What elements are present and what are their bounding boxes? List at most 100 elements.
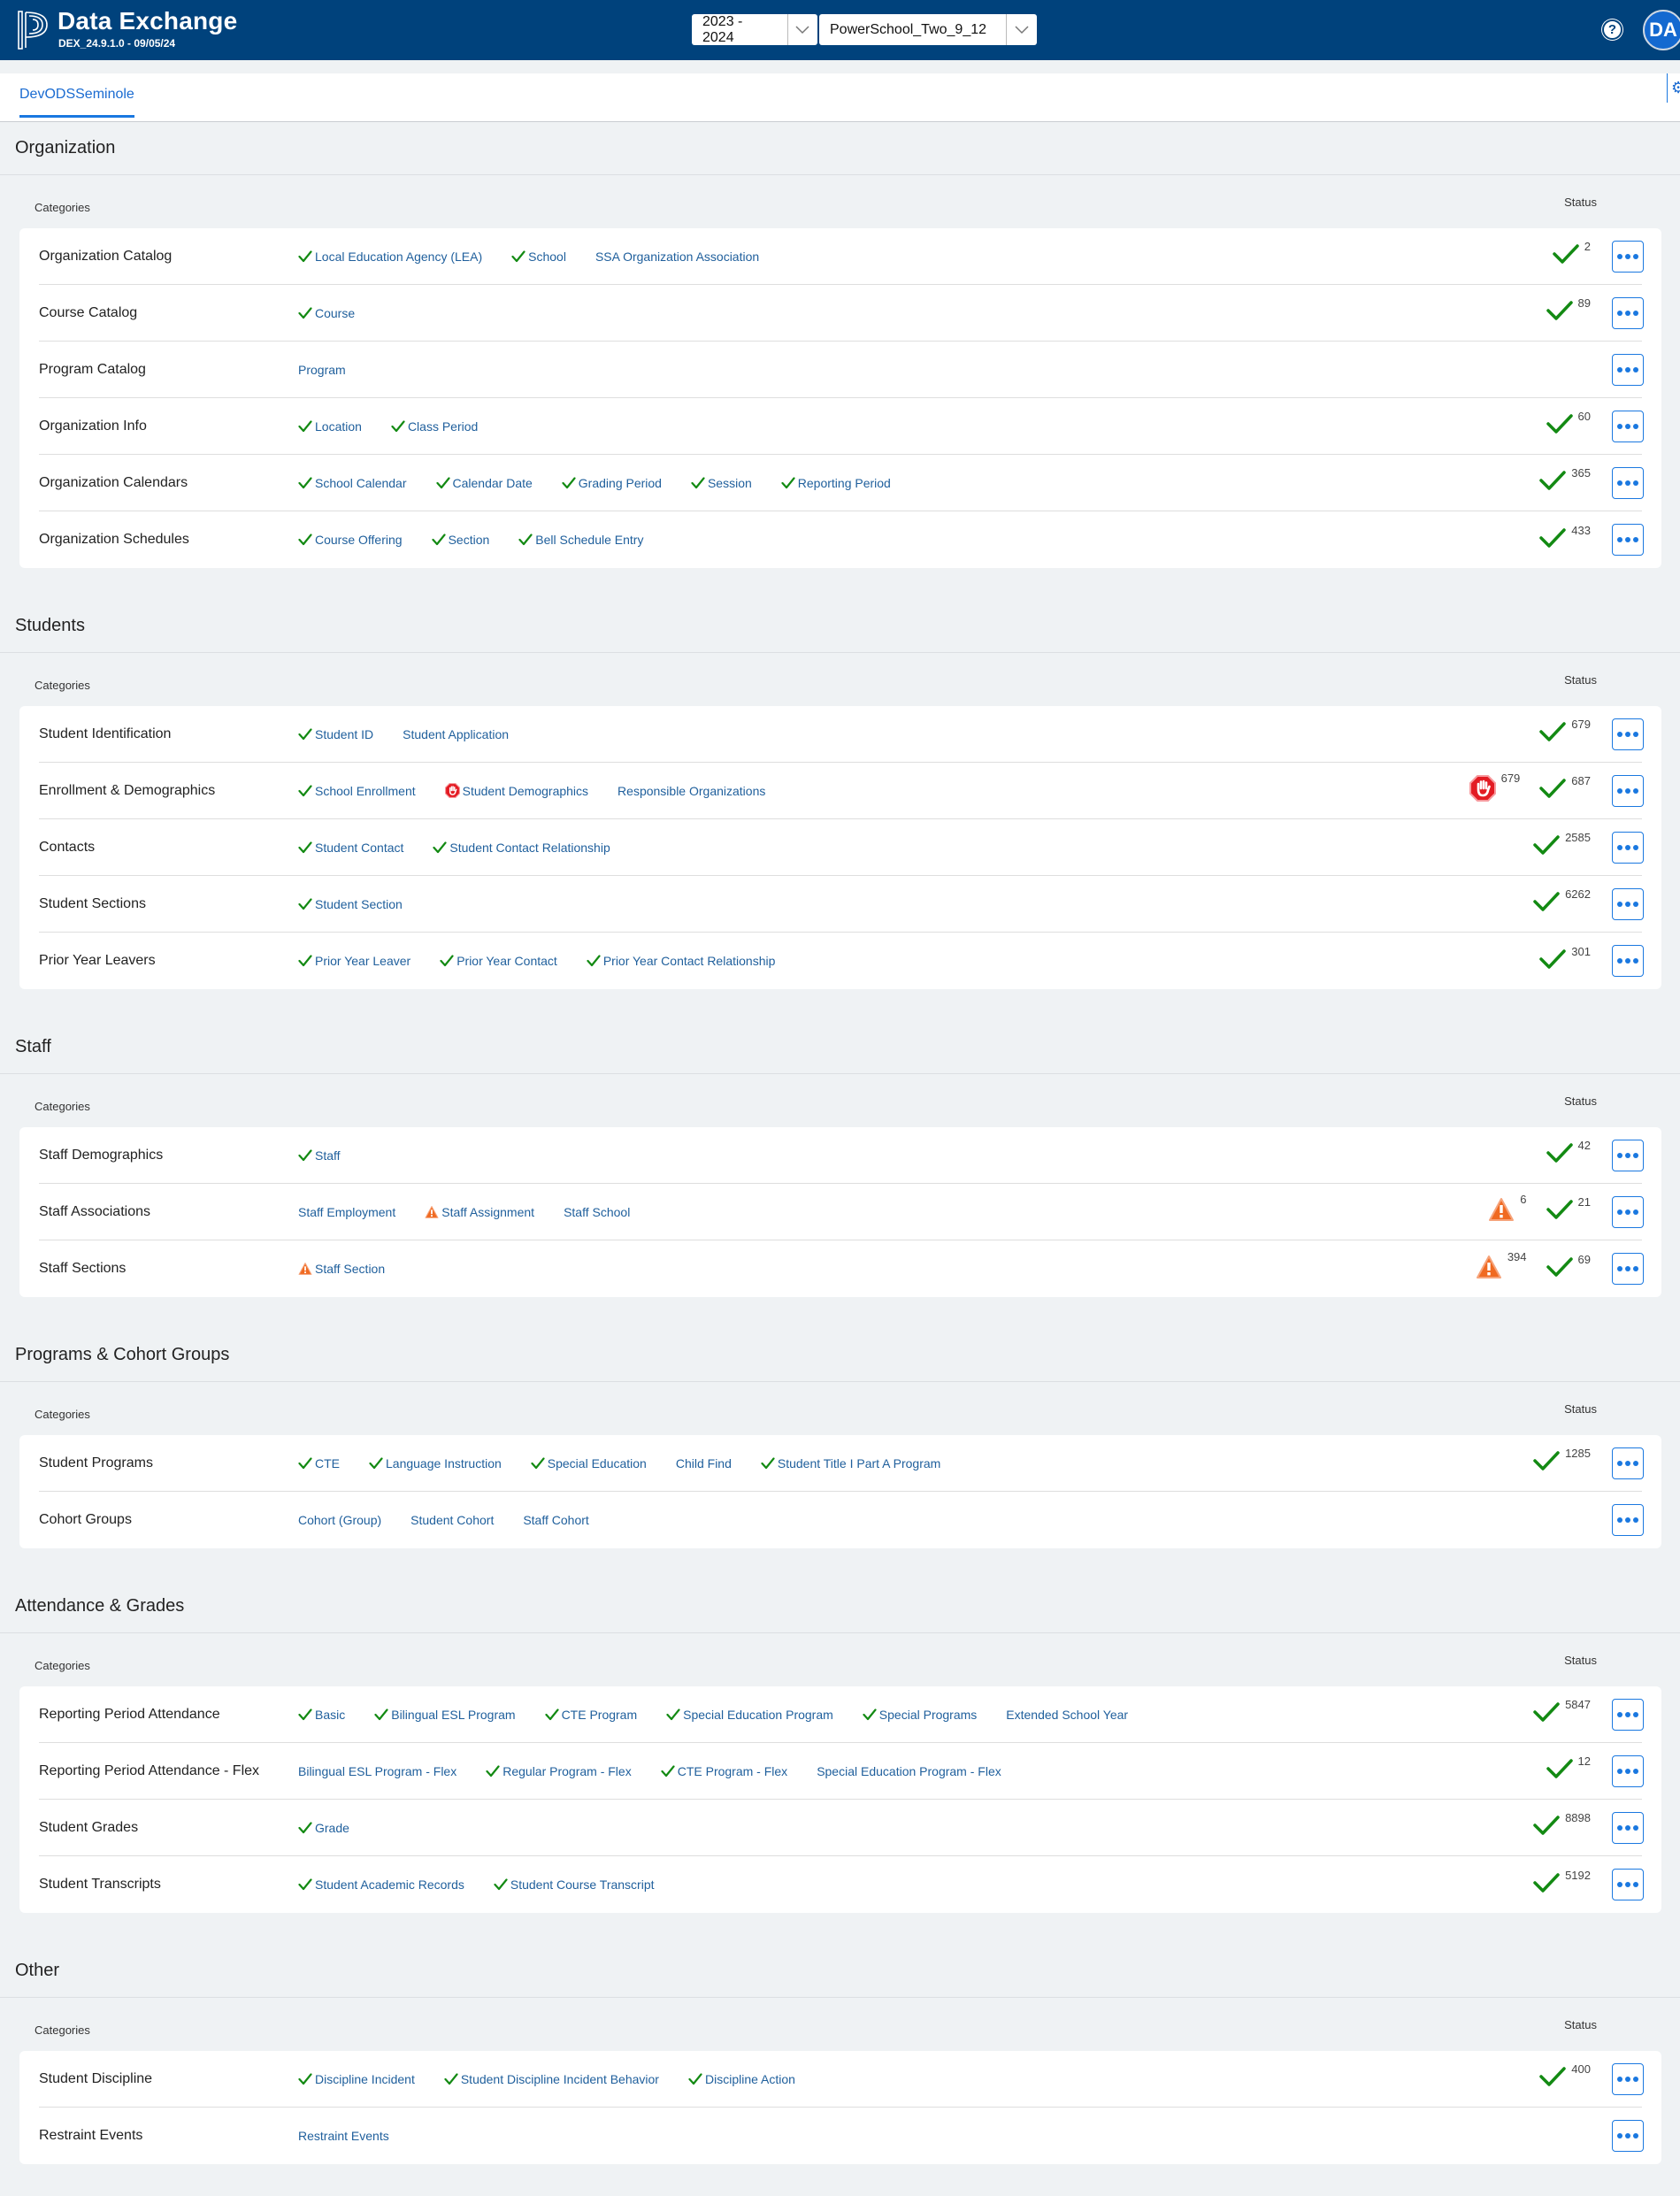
school-select[interactable]: PowerSchool_Two_9_12 xyxy=(819,14,1037,45)
more-options-button[interactable] xyxy=(1612,240,1644,273)
item-link-student-application[interactable]: Student Application xyxy=(403,727,509,741)
more-options-button[interactable] xyxy=(1612,1869,1644,1900)
item-link-discipline-action[interactable]: Discipline Action xyxy=(688,2072,795,2086)
check-icon xyxy=(494,1878,508,1891)
item-link-student-id[interactable]: Student ID xyxy=(298,727,373,741)
more-options-button[interactable] xyxy=(1612,524,1644,556)
item-link-session[interactable]: Session xyxy=(691,476,752,490)
item-link-special-education-program[interactable]: Special Education Program xyxy=(666,1708,833,1722)
item-link-extended-school-year[interactable]: Extended School Year xyxy=(1006,1708,1128,1722)
item-link-cte[interactable]: CTE xyxy=(298,1456,340,1470)
more-options-button[interactable] xyxy=(1612,1195,1644,1228)
category-title: Student Programs xyxy=(39,1455,153,1470)
more-options-button[interactable] xyxy=(1612,466,1644,499)
item-link-staff-employment[interactable]: Staff Employment xyxy=(298,1205,395,1219)
item-link-staff-school[interactable]: Staff School xyxy=(564,1205,630,1219)
item-link-reporting-period[interactable]: Reporting Period xyxy=(781,476,891,490)
tab-devodsseminole[interactable]: DevODSSeminole xyxy=(19,87,134,118)
item-link-ssa-organization-association[interactable]: SSA Organization Association xyxy=(595,250,759,264)
item-link-student-section[interactable]: Student Section xyxy=(298,897,403,911)
check-icon xyxy=(1533,1701,1560,1727)
more-options-button[interactable] xyxy=(1612,1139,1644,1171)
item-link-special-education[interactable]: Special Education xyxy=(531,1456,647,1470)
more-options-button[interactable] xyxy=(1612,353,1644,386)
more-options-button[interactable] xyxy=(1612,1754,1644,1787)
more-options-button[interactable] xyxy=(1612,945,1644,977)
dot xyxy=(1625,537,1630,542)
item-link-cte-program-flex[interactable]: CTE Program - Flex xyxy=(661,1764,787,1778)
item-link-bilingual-esl-program-flex[interactable]: Bilingual ESL Program - Flex xyxy=(298,1764,456,1778)
category-row-organization-calendars: Organization Calendars School Calendar Cal… xyxy=(39,455,1644,511)
item-link-location[interactable]: Location xyxy=(298,419,362,434)
user-avatar[interactable]: DA xyxy=(1643,10,1680,50)
item-link-prior-year-leaver[interactable]: Prior Year Leaver xyxy=(298,954,410,968)
item-link-special-programs[interactable]: Special Programs xyxy=(863,1708,977,1722)
item-link-discipline-incident[interactable]: Discipline Incident xyxy=(298,2072,415,2086)
more-options-button[interactable] xyxy=(1612,1447,1644,1479)
item-label: Location xyxy=(315,418,362,434)
item-link-student-course-transcript[interactable]: Student Course Transcript xyxy=(494,1877,655,1892)
item-link-responsible-organizations[interactable]: Responsible Organizations xyxy=(618,784,765,798)
item-link-school-enrollment[interactable]: School Enrollment xyxy=(298,784,416,798)
more-options-button[interactable] xyxy=(1612,1698,1644,1731)
more-options-button[interactable] xyxy=(1612,2120,1644,2152)
more-options-button[interactable] xyxy=(1612,1504,1644,1536)
item-link-local-education-agency-lea[interactable]: Local Education Agency (LEA) xyxy=(298,250,482,264)
item-link-child-find[interactable]: Child Find xyxy=(676,1456,732,1470)
item-link-prior-year-contact[interactable]: Prior Year Contact xyxy=(440,954,557,968)
school-year-select[interactable]: 2023 - 2024 xyxy=(692,14,817,45)
item-link-prior-year-contact-relationship[interactable]: Prior Year Contact Relationship xyxy=(587,954,775,968)
gear-icon[interactable]: ⚙ xyxy=(1667,73,1680,103)
item-link-student-demographics[interactable]: Student Demographics xyxy=(444,783,588,798)
category-items: CTE Language Instruction Special Education… xyxy=(298,1456,1514,1470)
item-link-school-calendar[interactable]: School Calendar xyxy=(298,476,407,490)
more-options-button[interactable] xyxy=(1612,296,1644,329)
item-link-grading-period[interactable]: Grading Period xyxy=(562,476,662,490)
item-link-special-education-program-flex[interactable]: Special Education Program - Flex xyxy=(817,1764,1001,1778)
item-link-student-contact-relationship[interactable]: Student Contact Relationship xyxy=(433,841,610,855)
category-row-program-catalog: Program Catalog Program xyxy=(39,342,1644,398)
more-options-button[interactable] xyxy=(1612,1253,1644,1285)
item-link-student-cohort[interactable]: Student Cohort xyxy=(410,1513,494,1527)
more-options-button[interactable] xyxy=(1612,410,1644,442)
item-link-section[interactable]: Section xyxy=(431,533,489,547)
item-link-cohort-group[interactable]: Cohort (Group) xyxy=(298,1513,381,1527)
status-check: 6262 xyxy=(1533,887,1591,917)
item-link-staff-cohort[interactable]: Staff Cohort xyxy=(523,1513,588,1527)
item-label: Course xyxy=(315,305,356,320)
item-link-student-title-i-part-a-program[interactable]: Student Title I Part A Program xyxy=(761,1456,940,1470)
item-link-course[interactable]: Course xyxy=(298,306,355,320)
more-options-button[interactable] xyxy=(1612,887,1644,920)
item-link-staff-section[interactable]: Staff Section xyxy=(298,1262,385,1276)
item-link-regular-program-flex[interactable]: Regular Program - Flex xyxy=(486,1764,632,1778)
check-icon xyxy=(433,841,448,854)
status-count: 365 xyxy=(1571,466,1591,480)
check-icon xyxy=(761,1456,775,1470)
item-link-course-offering[interactable]: Course Offering xyxy=(298,533,403,547)
item-link-language-instruction[interactable]: Language Instruction xyxy=(369,1456,502,1470)
status-count: 5847 xyxy=(1565,1698,1591,1711)
item-link-school[interactable]: School xyxy=(511,250,566,264)
more-options-button[interactable] xyxy=(1612,774,1644,807)
item-link-staff[interactable]: Staff xyxy=(298,1148,341,1163)
item-link-student-academic-records[interactable]: Student Academic Records xyxy=(298,1877,464,1892)
more-options-button[interactable] xyxy=(1612,831,1644,864)
item-link-class-period[interactable]: Class Period xyxy=(391,419,478,434)
more-options-button[interactable] xyxy=(1612,2062,1644,2095)
item-link-student-discipline-incident-behavior[interactable]: Student Discipline Incident Behavior xyxy=(444,2072,659,2086)
category-title: Restraint Events xyxy=(39,2128,143,2143)
item-link-bilingual-esl-program[interactable]: Bilingual ESL Program xyxy=(374,1708,516,1722)
dot xyxy=(1625,366,1630,372)
item-link-bell-schedule-entry[interactable]: Bell Schedule Entry xyxy=(518,533,643,547)
more-options-button[interactable] xyxy=(1612,1811,1644,1844)
item-link-program[interactable]: Program xyxy=(298,363,346,377)
item-link-grade[interactable]: Grade xyxy=(298,1821,349,1835)
help-icon[interactable]: ? xyxy=(1602,19,1622,40)
item-link-student-contact[interactable]: Student Contact xyxy=(298,841,403,855)
item-link-calendar-date[interactable]: Calendar Date xyxy=(435,476,533,490)
item-link-staff-assignment[interactable]: Staff Assignment xyxy=(425,1205,534,1219)
item-link-cte-program[interactable]: CTE Program xyxy=(544,1708,637,1722)
more-options-button[interactable] xyxy=(1612,718,1644,750)
item-link-restraint-events[interactable]: Restraint Events xyxy=(298,2129,389,2143)
item-link-basic[interactable]: Basic xyxy=(298,1708,345,1722)
